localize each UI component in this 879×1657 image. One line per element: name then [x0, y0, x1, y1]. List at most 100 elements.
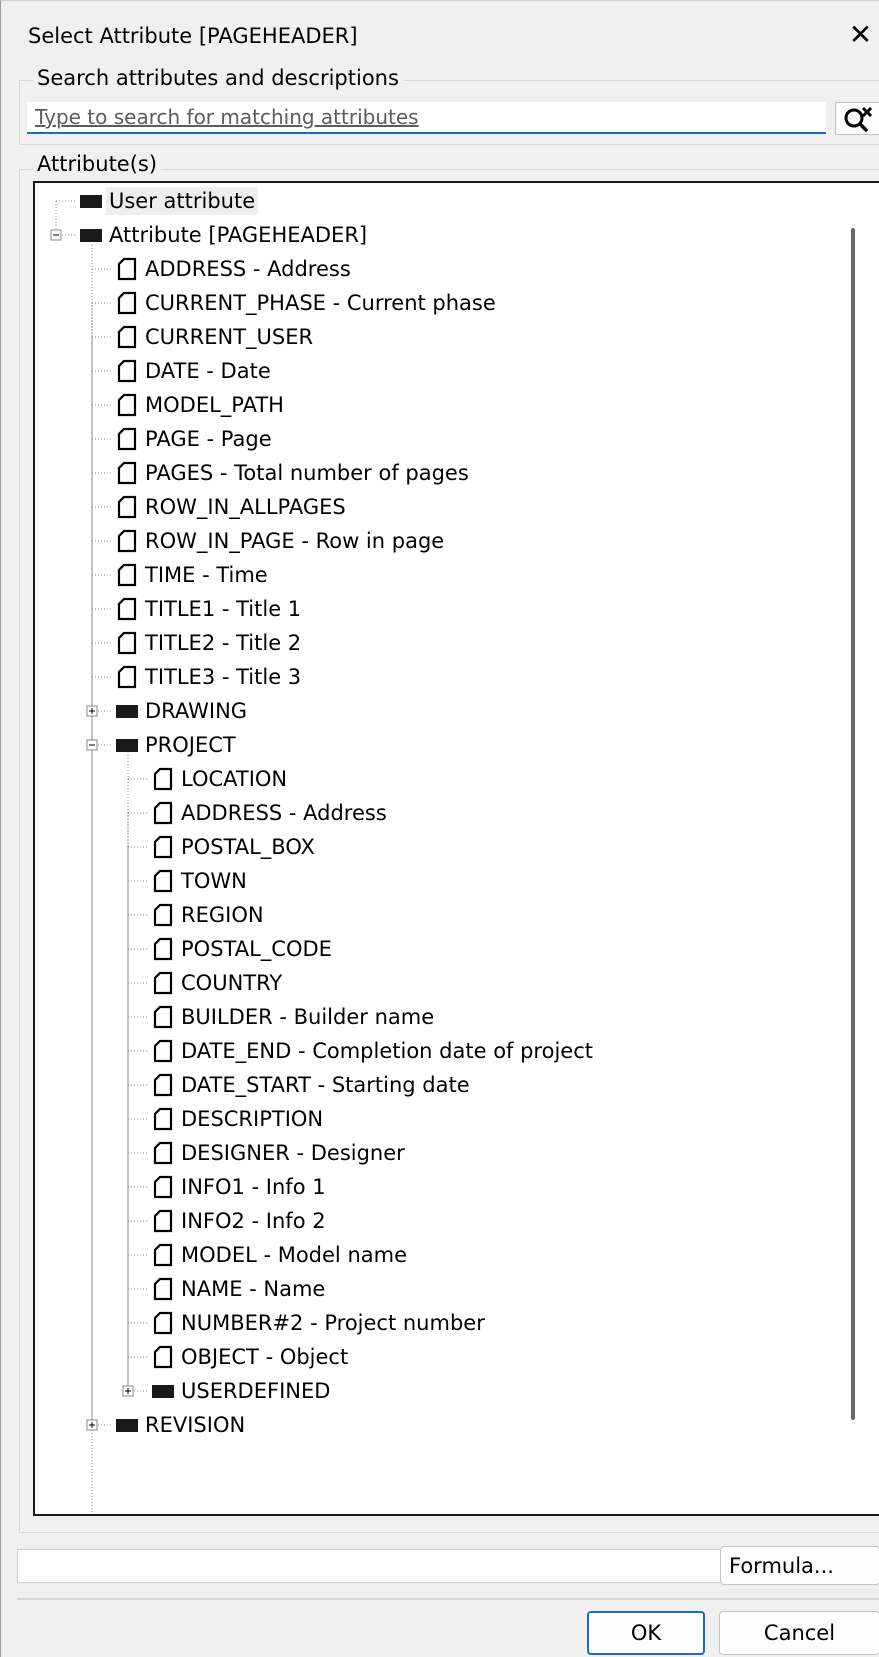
- tree-node-label: DATE_START - Starting date: [181, 1073, 470, 1097]
- attribute-item-icon: [153, 869, 173, 893]
- tree-folder-node[interactable]: PROJECT: [142, 728, 239, 762]
- close-icon[interactable]: ✕: [841, 15, 879, 55]
- tree-node-label: TIME - Time: [145, 563, 268, 587]
- tree-node-label: INFO1 - Info 1: [181, 1175, 326, 1199]
- tree-node-label: DATE_END - Completion date of project: [181, 1039, 593, 1063]
- tree-attribute-node[interactable]: TIME - Time: [142, 558, 271, 592]
- attribute-item-icon: [153, 971, 173, 995]
- formula-button[interactable]: Formula...: [720, 1546, 879, 1585]
- tree-attribute-node[interactable]: DESIGNER - Designer: [178, 1136, 408, 1170]
- tree-node-label: BUILDER - Builder name: [181, 1005, 435, 1029]
- tree-attribute-node[interactable]: BUILDER - Builder name: [178, 1000, 437, 1034]
- tree-node-label: MODEL_PATH: [145, 393, 284, 417]
- select-attribute-dialog: Select Attribute [PAGEHEADER] ✕ Search a…: [0, 0, 879, 1657]
- attribute-item-icon: [117, 631, 137, 655]
- tree-attribute-node[interactable]: TITLE1 - Title 1: [142, 592, 304, 626]
- tree-attribute-node[interactable]: TITLE2 - Title 2: [142, 626, 304, 660]
- attribute-item-icon: [153, 1141, 173, 1165]
- attribute-item-icon: [117, 529, 137, 553]
- tree-node-label: PROJECT: [145, 733, 236, 757]
- tree-node-label: ROW_IN_PAGE - Row in page: [145, 529, 445, 553]
- tree-node-label: CURRENT_PHASE - Current phase: [145, 291, 496, 315]
- tree-attribute-node[interactable]: DATE_START - Starting date: [178, 1068, 473, 1102]
- cancel-button[interactable]: Cancel: [719, 1611, 879, 1655]
- tree-attribute-node[interactable]: INFO1 - Info 1: [178, 1170, 329, 1204]
- tree-node-label: TITLE2 - Title 2: [145, 631, 302, 655]
- tree-attribute-node[interactable]: POSTAL_BOX: [178, 830, 318, 864]
- tree-attribute-node[interactable]: POSTAL_CODE: [178, 932, 335, 966]
- tree-folder-node[interactable]: Attribute [PAGEHEADER]: [106, 218, 370, 252]
- tree-folder-node[interactable]: DRAWING: [142, 694, 250, 728]
- tree-folder-node[interactable]: REVISION: [142, 1408, 248, 1442]
- search-input[interactable]: [27, 102, 826, 134]
- attribute-item-icon: [117, 325, 137, 349]
- tree-node-label: POSTAL_CODE: [181, 937, 332, 961]
- tree-attribute-node[interactable]: MODEL - Model name: [178, 1238, 410, 1272]
- tree-node-label: LOCATION: [181, 767, 288, 791]
- attribute-item-icon: [117, 597, 137, 621]
- folder-icon: [116, 739, 138, 752]
- dialog-title: Select Attribute [PAGEHEADER]: [28, 24, 358, 48]
- tree-folder-node[interactable]: USERDEFINED: [178, 1374, 333, 1408]
- attributes-group-label: Attribute(s): [33, 151, 162, 177]
- tree-attribute-node[interactable]: DATE - Date: [142, 354, 274, 388]
- tree-node-label: TOWN: [181, 869, 247, 893]
- tree-scrollbar[interactable]: [851, 228, 855, 1420]
- tree-attribute-node[interactable]: PAGE - Page: [142, 422, 275, 456]
- tree-attribute-node[interactable]: CURRENT_PHASE - Current phase: [142, 286, 499, 320]
- attribute-tree[interactable]: User attribute Attribute [PAGEHEADER] ADDR…: [33, 181, 879, 1516]
- tree-node-label: TITLE3 - Title 3: [145, 665, 302, 689]
- attribute-item-icon: [117, 257, 137, 281]
- attribute-item-icon: [117, 495, 137, 519]
- tree-node-label: DATE - Date: [145, 359, 271, 383]
- tree-attribute-node[interactable]: ROW_IN_PAGE - Row in page: [142, 524, 447, 558]
- tree-node-label: Attribute [PAGEHEADER]: [109, 223, 368, 247]
- attribute-item-icon: [117, 359, 137, 383]
- attribute-item-icon: [153, 903, 173, 927]
- tree-node-label: NUMBER#2 - Project number: [181, 1311, 485, 1335]
- tree-node-label: COUNTRY: [181, 971, 283, 995]
- tree-node-label: User attribute: [106, 187, 259, 215]
- ok-button[interactable]: OK: [587, 1611, 705, 1655]
- tree-attribute-node[interactable]: ADDRESS - Address: [178, 796, 390, 830]
- tree-attribute-node[interactable]: NAME - Name: [178, 1272, 328, 1306]
- tree-attribute-node[interactable]: COUNTRY: [178, 966, 285, 1000]
- attribute-item-icon: [153, 835, 173, 859]
- tree-node-label: TITLE1 - Title 1: [145, 597, 302, 621]
- tree-attribute-node[interactable]: OBJECT - Object: [178, 1340, 351, 1374]
- tree-node-label: ROW_IN_ALLPAGES: [145, 495, 346, 519]
- folder-icon: [80, 229, 102, 242]
- tree-node-label: USERDEFINED: [181, 1379, 331, 1403]
- tree-attribute-node[interactable]: TITLE3 - Title 3: [142, 660, 304, 694]
- tree-node-label: PAGE - Page: [145, 427, 272, 451]
- clear-search-icon: [844, 106, 873, 132]
- tree-attribute-node[interactable]: DESCRIPTION: [178, 1102, 326, 1136]
- clear-search-button[interactable]: [835, 102, 879, 135]
- tree-attribute-node[interactable]: REGION: [178, 898, 267, 932]
- attribute-item-icon: [153, 1005, 173, 1029]
- tree-node-label: DESCRIPTION: [181, 1107, 324, 1131]
- tree-folder-node[interactable]: User attribute: [106, 184, 259, 218]
- tree-attribute-node[interactable]: CURRENT_USER: [142, 320, 316, 354]
- attribute-item-icon: [153, 1073, 173, 1097]
- tree-node-label: OBJECT - Object: [181, 1345, 349, 1369]
- tree-attribute-node[interactable]: ROW_IN_ALLPAGES: [142, 490, 349, 524]
- tree-attribute-node[interactable]: NUMBER#2 - Project number: [178, 1306, 488, 1340]
- tree-node-label: CURRENT_USER: [145, 325, 314, 349]
- tree-attribute-node[interactable]: INFO2 - Info 2: [178, 1204, 329, 1238]
- tree-attribute-node[interactable]: MODEL_PATH: [142, 388, 287, 422]
- formula-input[interactable]: [17, 1549, 745, 1583]
- tree-attribute-node[interactable]: PAGES - Total number of pages: [142, 456, 472, 490]
- folder-icon: [152, 1385, 174, 1398]
- tree-attribute-node[interactable]: ADDRESS - Address: [142, 252, 354, 286]
- attribute-item-icon: [117, 461, 137, 485]
- search-group-label: Search attributes and descriptions: [33, 65, 403, 91]
- tree-attribute-node[interactable]: DATE_END - Completion date of project: [178, 1034, 596, 1068]
- attribute-item-icon: [153, 1039, 173, 1063]
- tree-attribute-node[interactable]: TOWN: [178, 864, 250, 898]
- attribute-item-icon: [117, 291, 137, 315]
- attribute-item-icon: [117, 393, 137, 417]
- tree-attribute-node[interactable]: LOCATION: [178, 762, 290, 796]
- attribute-item-icon: [117, 665, 137, 689]
- tree-node-label: NAME - Name: [181, 1277, 326, 1301]
